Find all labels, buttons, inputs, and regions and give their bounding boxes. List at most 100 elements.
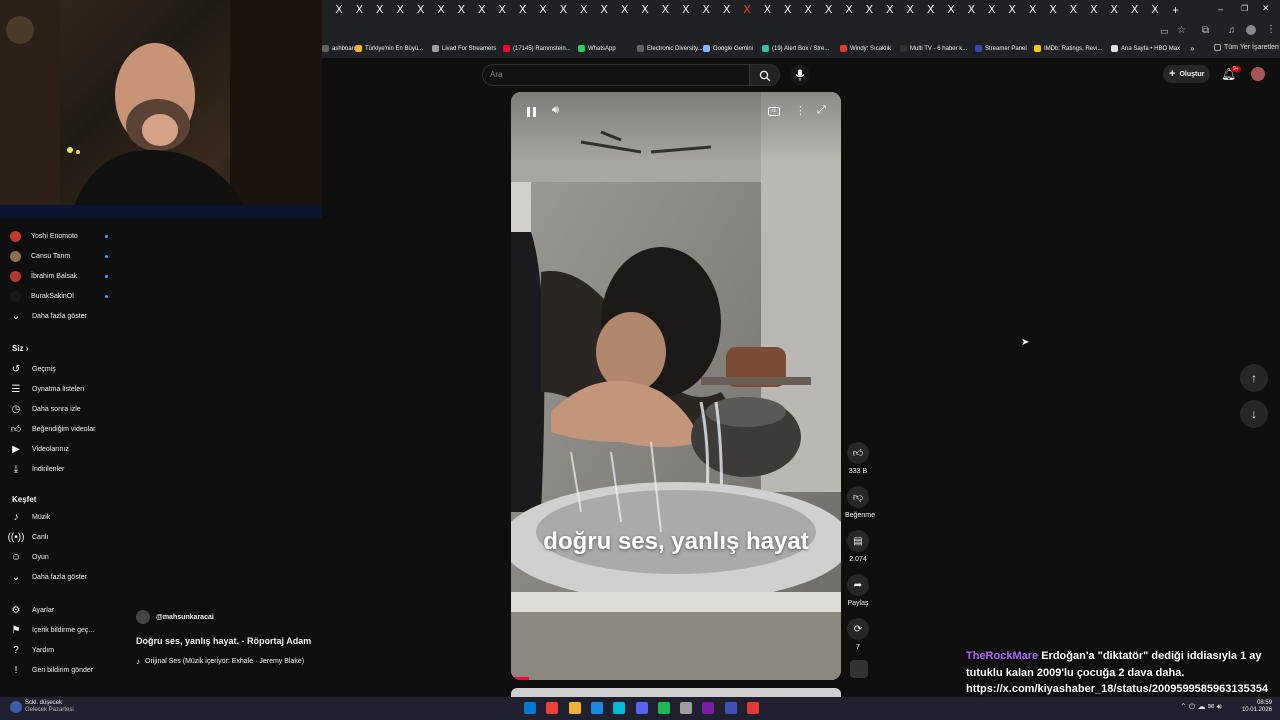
- search-input[interactable]: Ara: [482, 64, 750, 86]
- bookmark-star-icon[interactable]: ☆: [1177, 25, 1186, 36]
- tab-close-icon[interactable]: X: [843, 4, 855, 16]
- tab-close-icon[interactable]: X: [1088, 4, 1100, 16]
- remix-button[interactable]: ⟳ 7: [845, 618, 871, 651]
- tab-close-icon[interactable]: X: [374, 4, 386, 16]
- tab-close-icon[interactable]: X: [353, 4, 365, 16]
- tab-close-icon[interactable]: X: [1129, 4, 1141, 16]
- clock[interactable]: 08:59 10.01.2026: [1240, 700, 1272, 714]
- bookmark-item[interactable]: IMDb: Ratings, Revi...: [1034, 45, 1102, 52]
- share-button[interactable]: ➦ Paylaş: [845, 574, 871, 607]
- you-heading[interactable]: Siz ›: [12, 344, 28, 353]
- create-button[interactable]: + Oluştur: [1163, 65, 1211, 83]
- tab-close-icon[interactable]: X: [496, 4, 508, 16]
- weather-icon[interactable]: [10, 701, 22, 713]
- tab-close-icon[interactable]: X: [741, 4, 753, 16]
- comments-button[interactable]: ▤ 2.074: [845, 530, 871, 563]
- channel-handle[interactable]: @mahsunkaracai: [156, 614, 214, 621]
- new-tab-button[interactable]: +: [1172, 3, 1179, 17]
- tab-close-icon[interactable]: X: [782, 4, 794, 16]
- obs-icon[interactable]: [747, 702, 759, 714]
- tab-close-icon[interactable]: X: [639, 4, 651, 16]
- tab-close-icon[interactable]: X: [761, 4, 773, 16]
- sidebar-item[interactable]: Cansu Tanm: [10, 247, 120, 265]
- tab-close-icon[interactable]: X: [925, 4, 937, 16]
- sidebar-item[interactable]: ? Yardım: [10, 641, 120, 659]
- streamer-app-icon[interactable]: [702, 702, 715, 714]
- cast-icon[interactable]: ▭: [1160, 26, 1169, 37]
- tab-close-icon[interactable]: X: [802, 4, 814, 16]
- bookmark-item[interactable]: Google Gemini: [703, 45, 753, 52]
- tab-close-icon[interactable]: X: [476, 4, 488, 16]
- tab-close-icon[interactable]: X: [557, 4, 569, 16]
- channel-row[interactable]: @mahsunkaracai: [136, 610, 214, 624]
- sidebar-item[interactable]: ⤓ İndirilenler: [10, 460, 120, 478]
- progress-bar[interactable]: [511, 677, 529, 680]
- tab-close-icon[interactable]: X: [1047, 4, 1059, 16]
- search-button[interactable]: [750, 64, 780, 86]
- profile-icon[interactable]: [1246, 25, 1256, 35]
- tab-close-icon[interactable]: X: [1027, 4, 1039, 16]
- tab-close-icon[interactable]: X: [823, 4, 835, 16]
- explore-heading[interactable]: Keşfet: [12, 495, 36, 504]
- tab-close-icon[interactable]: X: [394, 4, 406, 16]
- sidebar-item[interactable]: ! Geri bildirim gönder: [10, 661, 120, 679]
- extensions-icon[interactable]: ⧉: [1202, 25, 1209, 36]
- like-button[interactable]: 👍︎ 333 B: [845, 442, 871, 475]
- sidebar-item[interactable]: ◷ Daha sonra izle: [10, 400, 120, 418]
- bookmark-item[interactable]: Livad For Streamers: [432, 45, 496, 52]
- tray-icons[interactable]: ⌃ ⏻ ☁ ✉ 🔊︎: [1180, 702, 1222, 712]
- sidebar-item[interactable]: İbrahim Balsak: [10, 267, 120, 285]
- sidebar-item[interactable]: BurakSakinOl: [10, 287, 120, 305]
- more-bookmarks-button[interactable]: »: [1190, 44, 1194, 53]
- sidebar-item[interactable]: ⚙ Ayarlar: [10, 601, 120, 619]
- tab-close-icon[interactable]: X: [863, 4, 875, 16]
- tab-close-icon[interactable]: X: [415, 4, 427, 16]
- tab-close-icon[interactable]: X: [598, 4, 610, 16]
- tab-close-icon[interactable]: X: [517, 4, 529, 16]
- browser-menu-icon[interactable]: ⋮: [1266, 24, 1276, 35]
- sound-thumbnail[interactable]: [850, 660, 868, 678]
- volume-button[interactable]: 🔊︎: [552, 104, 559, 117]
- file-explorer-icon[interactable]: [568, 702, 581, 714]
- steam-icon[interactable]: [613, 702, 626, 714]
- sidebar-item[interactable]: 👍︎ Beğendiğim videolar: [10, 420, 120, 438]
- calculator-icon[interactable]: [680, 702, 693, 714]
- bookmark-item[interactable]: WhatsApp: [578, 45, 616, 52]
- tab-close-icon[interactable]: X: [884, 4, 896, 16]
- more-options-icon[interactable]: ⋮: [795, 104, 806, 117]
- bookmark-item[interactable]: ashboard: [322, 45, 357, 52]
- bookmark-item[interactable]: Windy: Sıcaklık: [840, 45, 891, 52]
- tab-close-icon[interactable]: X: [700, 4, 712, 16]
- sidebar-item[interactable]: ♪ Müzik: [10, 508, 120, 526]
- voice-search-button[interactable]: [790, 65, 810, 85]
- pause-button[interactable]: [524, 105, 538, 119]
- bookmark-item[interactable]: (17145) Rammstein...: [503, 45, 571, 52]
- bookmark-item[interactable]: Multi TV - 6 haber k...: [900, 45, 967, 52]
- bookmark-item[interactable]: (19) Alert Box / Stre...: [762, 45, 829, 52]
- fullscreen-icon[interactable]: ⤢: [817, 104, 826, 117]
- tab-close-icon[interactable]: X: [578, 4, 590, 16]
- bookmark-item[interactable]: Electronic Diversity...: [637, 45, 703, 52]
- vscode-icon[interactable]: [724, 702, 737, 714]
- tab-close-icon[interactable]: X: [659, 4, 671, 16]
- close-window-icon[interactable]: ✕: [1262, 3, 1270, 14]
- next-short-button[interactable]: ↓: [1240, 400, 1268, 428]
- bookmark-item[interactable]: Streamer Panel: [975, 45, 1027, 52]
- bookmark-item[interactable]: Ana Sayfa • HBO Max: [1111, 45, 1180, 52]
- shorts-video-player[interactable]: 🔊︎ cc ⋮ ⤢ doğru ses, yanlış hayat: [511, 92, 841, 680]
- mail-icon[interactable]: [590, 702, 603, 714]
- tab-close-icon[interactable]: X: [333, 4, 345, 16]
- sidebar-item[interactable]: ⌄ Daha fazla göster: [10, 307, 120, 325]
- all-bookmarks-button[interactable]: Tüm Yer İşaretleri: [1214, 44, 1279, 51]
- sidebar-item[interactable]: ☺ Oyun: [10, 548, 120, 566]
- maximize-icon[interactable]: ❐: [1241, 4, 1248, 13]
- tab-close-icon[interactable]: X: [455, 4, 467, 16]
- tab-close-icon[interactable]: X: [1108, 4, 1120, 16]
- tab-close-icon[interactable]: X: [435, 4, 447, 16]
- tab-close-icon[interactable]: X: [721, 4, 733, 16]
- previous-short-button[interactable]: ↑: [1240, 364, 1268, 392]
- media-icon[interactable]: ♫: [1228, 25, 1236, 36]
- bookmark-item[interactable]: Türkiye'nin En Büyü...: [355, 45, 423, 52]
- sidebar-item[interactable]: ▶ Videolarınız: [10, 440, 120, 458]
- captions-icon[interactable]: cc: [768, 107, 780, 116]
